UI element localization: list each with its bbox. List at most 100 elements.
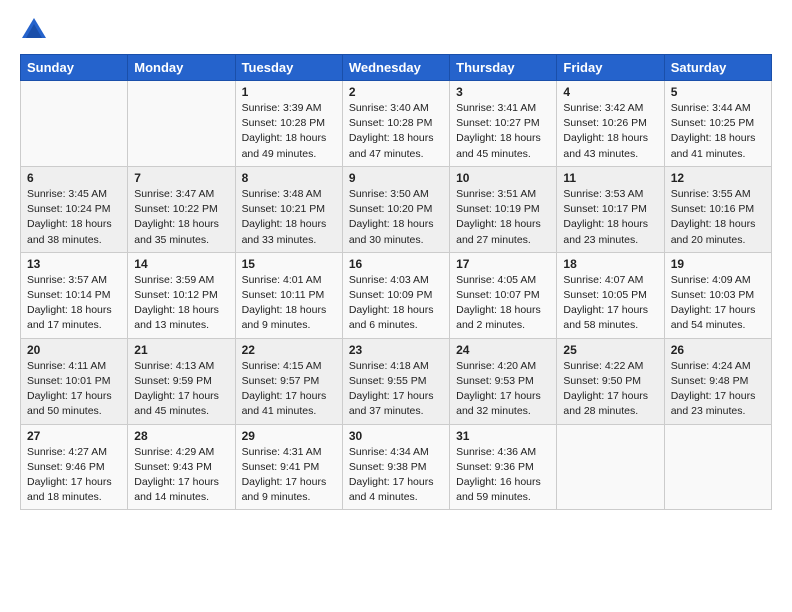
calendar-cell: 14 Sunrise: 3:59 AM Sunset: 10:12 PM Dayl… <box>128 252 235 338</box>
col-header-tuesday: Tuesday <box>235 55 342 81</box>
calendar-cell: 18 Sunrise: 4:07 AM Sunset: 10:05 PM Dayl… <box>557 252 664 338</box>
day-number: 8 <box>242 171 336 185</box>
calendar-cell: 27 Sunrise: 4:27 AM Sunset: 9:46 PM Dayli… <box>21 424 128 510</box>
cell-content: Sunrise: 3:51 AM Sunset: 10:19 PM Daylig… <box>456 187 550 248</box>
calendar-cell: 13Sunrise: 3:57 AM Sunset: 10:14 PM Dayl… <box>21 252 128 338</box>
cell-content: Sunrise: 4:11 AM Sunset: 10:01 PM Daylig… <box>27 359 121 420</box>
day-number: 30 <box>349 429 443 443</box>
calendar-cell: 10 Sunrise: 3:51 AM Sunset: 10:19 PM Dayl… <box>450 166 557 252</box>
day-number: 21 <box>134 343 228 357</box>
day-number: 7 <box>134 171 228 185</box>
day-number: 6 <box>27 171 121 185</box>
calendar-table: SundayMondayTuesdayWednesdayThursdayFrid… <box>20 54 772 510</box>
week-row-3: 13Sunrise: 3:57 AM Sunset: 10:14 PM Dayl… <box>21 252 772 338</box>
day-number: 27 <box>27 429 121 443</box>
cell-content: Sunrise: 3:53 AM Sunset: 10:17 PM Daylig… <box>563 187 657 248</box>
week-row-5: 27 Sunrise: 4:27 AM Sunset: 9:46 PM Dayli… <box>21 424 772 510</box>
day-number: 13 <box>27 257 121 271</box>
day-number: 24 <box>456 343 550 357</box>
day-number: 9 <box>349 171 443 185</box>
day-number: 3 <box>456 85 550 99</box>
day-number: 1 <box>242 85 336 99</box>
calendar-cell: 26 Sunrise: 4:24 AM Sunset: 9:48 PM Dayli… <box>664 338 771 424</box>
col-header-saturday: Saturday <box>664 55 771 81</box>
day-number: 2 <box>349 85 443 99</box>
week-row-4: 20 Sunrise: 4:11 AM Sunset: 10:01 PM Dayl… <box>21 338 772 424</box>
cell-content: Sunrise: 4:03 AM Sunset: 10:09 PM Daylig… <box>349 273 443 334</box>
day-number: 29 <box>242 429 336 443</box>
cell-content: Sunrise: 4:09 AM Sunset: 10:03 PM Daylig… <box>671 273 765 334</box>
cell-content: Sunrise: 4:34 AM Sunset: 9:38 PM Dayligh… <box>349 445 443 506</box>
cell-content: Sunrise: 4:20 AM Sunset: 9:53 PM Dayligh… <box>456 359 550 420</box>
day-number: 17 <box>456 257 550 271</box>
day-number: 22 <box>242 343 336 357</box>
calendar-cell: 6 Sunrise: 3:45 AM Sunset: 10:24 PM Dayli… <box>21 166 128 252</box>
calendar-cell <box>664 424 771 510</box>
cell-content: Sunrise: 4:27 AM Sunset: 9:46 PM Dayligh… <box>27 445 121 506</box>
day-number: 18 <box>563 257 657 271</box>
calendar-cell: 2Sunrise: 3:40 AM Sunset: 10:28 PM Dayli… <box>342 81 449 167</box>
logo <box>20 16 52 44</box>
cell-content: Sunrise: 3:41 AM Sunset: 10:27 PM Daylig… <box>456 101 550 162</box>
cell-content: Sunrise: 4:31 AM Sunset: 9:41 PM Dayligh… <box>242 445 336 506</box>
cell-content: Sunrise: 4:18 AM Sunset: 9:55 PM Dayligh… <box>349 359 443 420</box>
calendar-cell: 9 Sunrise: 3:50 AM Sunset: 10:20 PM Dayli… <box>342 166 449 252</box>
day-number: 25 <box>563 343 657 357</box>
cell-content: Sunrise: 3:45 AM Sunset: 10:24 PM Daylig… <box>27 187 121 248</box>
cell-content: Sunrise: 3:42 AM Sunset: 10:26 PM Daylig… <box>563 101 657 162</box>
day-number: 26 <box>671 343 765 357</box>
cell-content: Sunrise: 3:48 AM Sunset: 10:21 PM Daylig… <box>242 187 336 248</box>
calendar-cell: 29 Sunrise: 4:31 AM Sunset: 9:41 PM Dayli… <box>235 424 342 510</box>
calendar-cell: 17 Sunrise: 4:05 AM Sunset: 10:07 PM Dayl… <box>450 252 557 338</box>
calendar-cell: 5Sunrise: 3:44 AM Sunset: 10:25 PM Dayli… <box>664 81 771 167</box>
calendar-cell: 3 Sunrise: 3:41 AM Sunset: 10:27 PM Dayli… <box>450 81 557 167</box>
calendar-cell <box>128 81 235 167</box>
day-number: 20 <box>27 343 121 357</box>
calendar-cell: 28 Sunrise: 4:29 AM Sunset: 9:43 PM Dayli… <box>128 424 235 510</box>
day-number: 5 <box>671 85 765 99</box>
day-number: 14 <box>134 257 228 271</box>
calendar-cell: 20 Sunrise: 4:11 AM Sunset: 10:01 PM Dayl… <box>21 338 128 424</box>
cell-content: Sunrise: 3:59 AM Sunset: 10:12 PM Daylig… <box>134 273 228 334</box>
cell-content: Sunrise: 3:50 AM Sunset: 10:20 PM Daylig… <box>349 187 443 248</box>
cell-content: Sunrise: 4:07 AM Sunset: 10:05 PM Daylig… <box>563 273 657 334</box>
cell-content: Sunrise: 4:36 AM Sunset: 9:36 PM Dayligh… <box>456 445 550 506</box>
day-number: 23 <box>349 343 443 357</box>
cell-content: Sunrise: 4:13 AM Sunset: 9:59 PM Dayligh… <box>134 359 228 420</box>
logo-icon <box>20 16 48 44</box>
col-header-wednesday: Wednesday <box>342 55 449 81</box>
calendar-cell: 21 Sunrise: 4:13 AM Sunset: 9:59 PM Dayli… <box>128 338 235 424</box>
header <box>20 16 772 44</box>
cell-content: Sunrise: 4:24 AM Sunset: 9:48 PM Dayligh… <box>671 359 765 420</box>
calendar-cell: 12Sunrise: 3:55 AM Sunset: 10:16 PM Dayl… <box>664 166 771 252</box>
day-number: 19 <box>671 257 765 271</box>
day-number: 28 <box>134 429 228 443</box>
calendar-cell <box>21 81 128 167</box>
calendar-cell: 4 Sunrise: 3:42 AM Sunset: 10:26 PM Dayli… <box>557 81 664 167</box>
week-row-1: 1Sunrise: 3:39 AM Sunset: 10:28 PM Dayli… <box>21 81 772 167</box>
calendar-cell: 31Sunrise: 4:36 AM Sunset: 9:36 PM Dayli… <box>450 424 557 510</box>
day-number: 15 <box>242 257 336 271</box>
col-header-friday: Friday <box>557 55 664 81</box>
calendar-cell: 1Sunrise: 3:39 AM Sunset: 10:28 PM Dayli… <box>235 81 342 167</box>
col-header-monday: Monday <box>128 55 235 81</box>
calendar-cell: 11 Sunrise: 3:53 AM Sunset: 10:17 PM Dayl… <box>557 166 664 252</box>
cell-content: Sunrise: 4:22 AM Sunset: 9:50 PM Dayligh… <box>563 359 657 420</box>
calendar-cell: 24 Sunrise: 4:20 AM Sunset: 9:53 PM Dayli… <box>450 338 557 424</box>
calendar-cell: 25 Sunrise: 4:22 AM Sunset: 9:50 PM Dayli… <box>557 338 664 424</box>
day-number: 16 <box>349 257 443 271</box>
day-number: 10 <box>456 171 550 185</box>
calendar-cell: 7Sunrise: 3:47 AM Sunset: 10:22 PM Dayli… <box>128 166 235 252</box>
calendar-cell: 19 Sunrise: 4:09 AM Sunset: 10:03 PM Dayl… <box>664 252 771 338</box>
page: SundayMondayTuesdayWednesdayThursdayFrid… <box>0 0 792 520</box>
cell-content: Sunrise: 4:29 AM Sunset: 9:43 PM Dayligh… <box>134 445 228 506</box>
calendar-cell: 23 Sunrise: 4:18 AM Sunset: 9:55 PM Dayli… <box>342 338 449 424</box>
col-header-sunday: Sunday <box>21 55 128 81</box>
day-number: 4 <box>563 85 657 99</box>
day-number: 11 <box>563 171 657 185</box>
day-number: 12 <box>671 171 765 185</box>
calendar-header-row: SundayMondayTuesdayWednesdayThursdayFrid… <box>21 55 772 81</box>
calendar-cell: 16 Sunrise: 4:03 AM Sunset: 10:09 PM Dayl… <box>342 252 449 338</box>
calendar-cell: 15Sunrise: 4:01 AM Sunset: 10:11 PM Dayl… <box>235 252 342 338</box>
cell-content: Sunrise: 4:05 AM Sunset: 10:07 PM Daylig… <box>456 273 550 334</box>
